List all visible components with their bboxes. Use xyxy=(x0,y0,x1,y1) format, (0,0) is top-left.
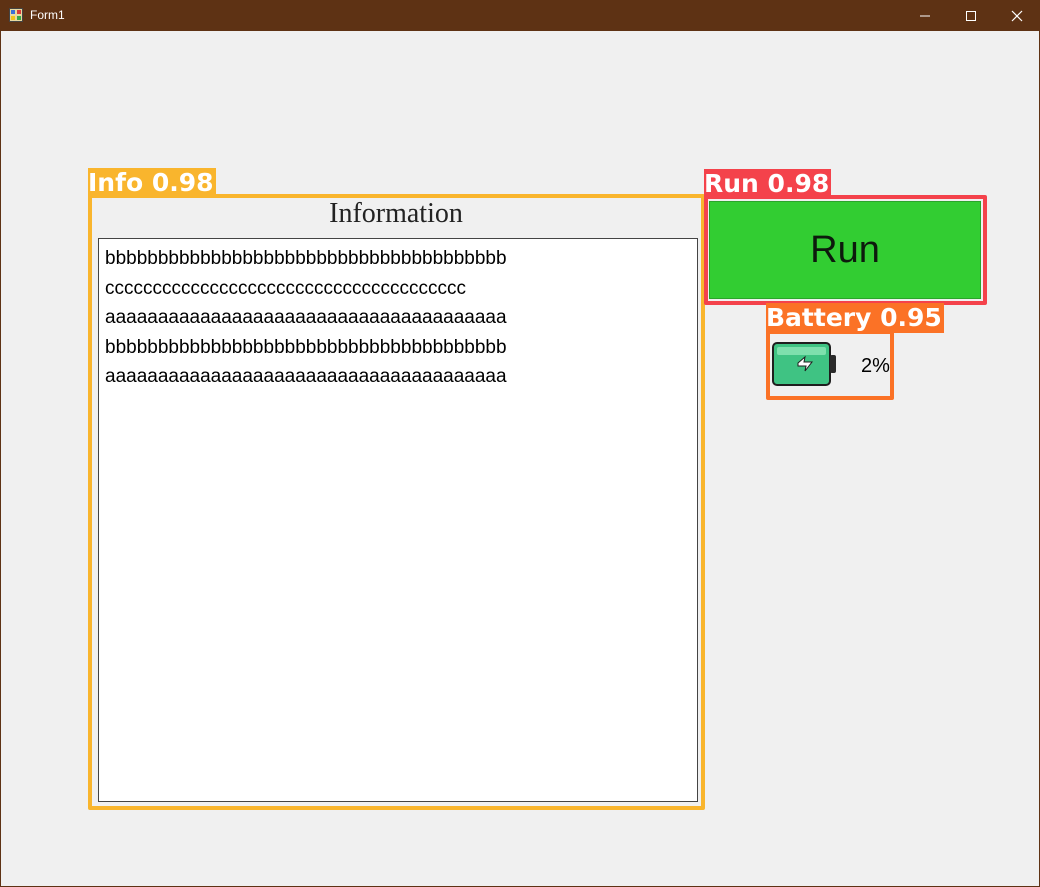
battery-detection-label: Battery 0.95 xyxy=(766,303,944,333)
app-icon xyxy=(9,8,23,22)
info-detection-label: Info 0.98 xyxy=(88,168,216,198)
run-detection-box xyxy=(704,195,987,305)
info-detection-box xyxy=(88,194,705,810)
run-detection-label: Run 0.98 xyxy=(704,169,832,199)
close-button[interactable] xyxy=(994,0,1040,31)
window-title: Form1 xyxy=(30,8,65,22)
close-icon xyxy=(1011,10,1023,22)
battery-detection-box xyxy=(766,330,894,400)
maximize-button[interactable] xyxy=(948,0,994,31)
title-bar[interactable]: Form1 xyxy=(0,0,1040,31)
minimize-button[interactable] xyxy=(902,0,948,31)
maximize-icon xyxy=(966,11,976,21)
minimize-icon xyxy=(920,15,930,17)
